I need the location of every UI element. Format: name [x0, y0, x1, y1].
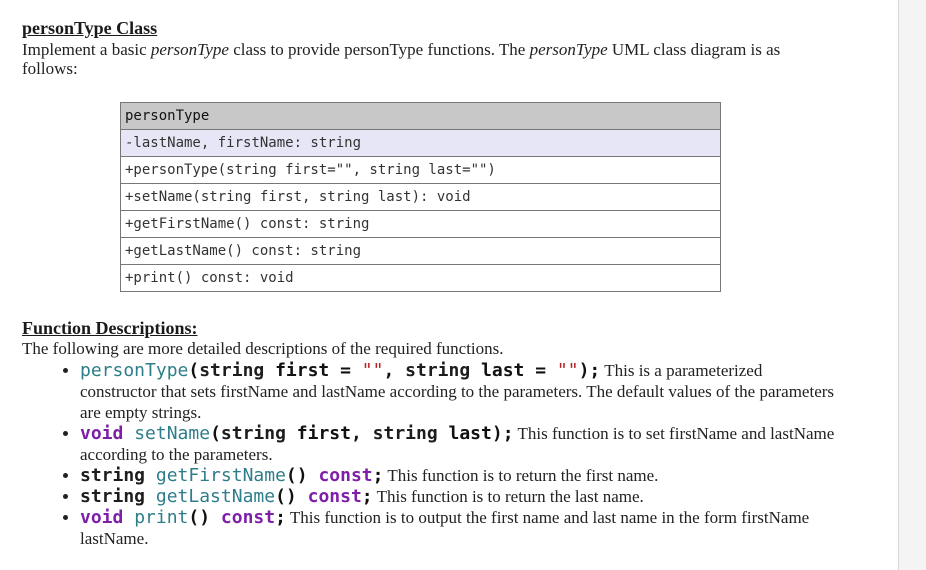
- list-item: void setName(string first, string last);…: [80, 423, 840, 465]
- intro-text-1: Implement a basic: [22, 40, 151, 59]
- uml-method: +setName(string first, string last): voi…: [121, 183, 720, 210]
- functions-heading: Function Descriptions:: [22, 318, 198, 338]
- list-item: string getFirstName() const; This functi…: [80, 465, 840, 486]
- description-text: This function is to return the last name…: [372, 487, 644, 506]
- uml-class-name: personType: [121, 103, 720, 129]
- code-signature: void print() const;: [80, 507, 286, 528]
- list-item: void print() const; This function is to …: [80, 507, 840, 549]
- intro-em-2: personType: [529, 40, 608, 59]
- functions-intro: The following are more detailed descript…: [22, 339, 504, 358]
- code-signature: void setName(string first, string last);: [80, 423, 514, 444]
- code-signature: string getLastName() const;: [80, 486, 373, 507]
- document-page: personType Class Implement a basic perso…: [0, 0, 898, 570]
- uml-class-diagram: personType -lastName, firstName: string …: [120, 102, 721, 292]
- code-signature: personType(string first = "", string las…: [80, 360, 601, 381]
- list-item: string getLastName() const; This functio…: [80, 486, 840, 507]
- description-text: This function is to return the first nam…: [383, 466, 659, 485]
- uml-method: +getFirstName() const: string: [121, 210, 720, 237]
- uml-method: +personType(string first="", string last…: [121, 156, 720, 183]
- class-heading: personType Class: [22, 18, 158, 38]
- intro-em-1: personType: [150, 40, 229, 59]
- uml-method: +getLastName() const: string: [121, 237, 720, 264]
- list-item: personType(string first = "", string las…: [80, 360, 840, 423]
- code-signature: string getFirstName() const;: [80, 465, 384, 486]
- vertical-scrollbar[interactable]: [898, 0, 926, 570]
- uml-attributes: -lastName, firstName: string: [121, 129, 720, 156]
- uml-method: +print() const: void: [121, 264, 720, 291]
- function-list: personType(string first = "", string las…: [36, 360, 840, 549]
- class-intro: Implement a basic personType class to pr…: [22, 40, 782, 78]
- intro-text-2: class to provide personType functions. T…: [228, 40, 530, 59]
